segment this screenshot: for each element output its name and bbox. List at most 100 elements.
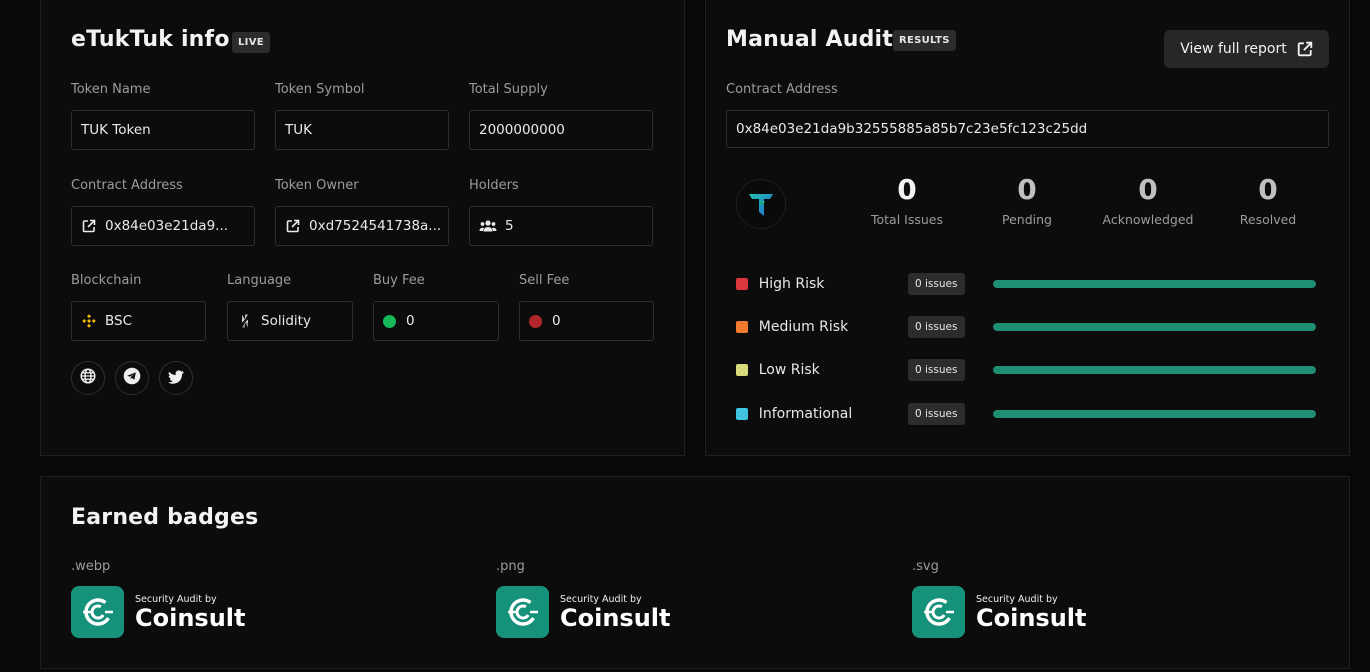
sell-fee-value: 0 — [552, 313, 561, 329]
informational-issues-badge: 0 issues — [907, 403, 965, 425]
medium-risk-progress-bar — [992, 323, 1316, 331]
badge-caption: Security Audit by — [976, 593, 1058, 605]
audit-contract-address-label: Contract Address — [726, 82, 838, 97]
twitter-icon — [168, 369, 184, 388]
informational-swatch — [736, 408, 748, 420]
token-info-panel: eTukTuk info LIVE Token Name TUK Token T… — [40, 0, 685, 456]
total-supply-label: Total Supply — [469, 82, 548, 97]
low-risk-progress-bar — [992, 366, 1316, 374]
informational-label: Informational — [758, 406, 853, 422]
stat-pending: 0 Pending — [967, 173, 1087, 227]
external-link-icon — [1297, 41, 1313, 57]
badge-format-label: .svg — [912, 559, 939, 574]
low-risk-issues-badge: 0 issues — [907, 359, 965, 381]
live-badge: LIVE — [232, 32, 270, 53]
low-risk-swatch — [736, 364, 748, 376]
audit-contract-address-field: 0x84e03e21da9b32555885a85b7c23e5fc123c25… — [726, 110, 1329, 148]
badge-caption: Security Audit by — [135, 593, 217, 605]
earned-badges-panel: Earned badges .webp Security Audit by Co… — [40, 476, 1350, 669]
audit-contract-address-value: 0x84e03e21da9b32555885a85b7c23e5fc123c25… — [736, 121, 1088, 137]
badge-format-label: .png — [496, 559, 525, 574]
coinsult-badge-image[interactable]: Security Audit by Coinsult — [912, 586, 1086, 638]
buy-fee-value: 0 — [406, 313, 415, 329]
low-risk-progress-fill — [992, 366, 1316, 374]
telegram-link[interactable] — [115, 361, 149, 395]
total-issues-count: 0 — [897, 173, 917, 206]
token-symbol-label: Token Symbol — [275, 82, 365, 97]
holders-field: 5 — [469, 206, 653, 246]
external-link-icon — [81, 218, 97, 234]
high-risk-progress-bar — [992, 280, 1316, 288]
external-link-icon — [285, 218, 301, 234]
buy-fee-status-dot — [383, 314, 396, 328]
info-title: eTukTuk info — [71, 27, 230, 52]
acknowledged-count: 0 — [1138, 173, 1158, 206]
buy-fee-label: Buy Fee — [373, 273, 425, 288]
token-owner-link[interactable]: 0xd7524541738a... — [275, 206, 449, 246]
badge-svg: .svg Security Audit by Coinsult — [912, 559, 1086, 638]
risk-row-medium: Medium Risk 0 issues — [736, 315, 1316, 339]
token-symbol-value: TUK — [285, 122, 312, 138]
medium-risk-progress-fill — [992, 323, 1316, 331]
language-value: Solidity — [261, 313, 311, 329]
token-name-value: TUK Token — [81, 122, 151, 138]
high-risk-issues-badge: 0 issues — [907, 273, 965, 295]
language-field: Solidity — [227, 301, 353, 341]
sell-fee-field: 0 — [519, 301, 654, 341]
website-link[interactable] — [71, 361, 105, 395]
pending-count: 0 — [1017, 173, 1037, 206]
risk-row-high: High Risk 0 issues — [736, 272, 1316, 296]
view-full-report-label: View full report — [1180, 41, 1287, 57]
coinsult-badge-image[interactable]: Security Audit by Coinsult — [496, 586, 670, 638]
resolved-label: Resolved — [1239, 212, 1297, 227]
token-name-field: TUK Token — [71, 110, 255, 150]
resolved-count: 0 — [1258, 173, 1278, 206]
telegram-icon — [123, 367, 141, 389]
risk-row-low: Low Risk 0 issues — [736, 358, 1316, 382]
results-badge: RESULTS — [893, 30, 956, 51]
medium-risk-label: Medium Risk — [758, 319, 849, 335]
twitter-link[interactable] — [159, 361, 193, 395]
stat-resolved: 0 Resolved — [1208, 173, 1328, 227]
total-supply-value: 2000000000 — [479, 122, 565, 138]
badge-brand: Coinsult — [135, 603, 246, 632]
manual-audit-panel: Manual Audit RESULTS View full report Co… — [705, 0, 1350, 456]
coinsult-logo-icon — [496, 586, 549, 638]
token-name-label: Token Name — [71, 82, 151, 97]
sell-fee-label: Sell Fee — [519, 273, 570, 288]
total-issues-label: Total Issues — [870, 212, 943, 227]
high-risk-swatch — [736, 278, 748, 290]
informational-progress-bar — [992, 410, 1316, 418]
bsc-icon — [81, 313, 97, 329]
medium-risk-issues-badge: 0 issues — [907, 316, 965, 338]
globe-icon — [80, 368, 96, 388]
low-risk-label: Low Risk — [758, 362, 820, 378]
token-owner-label: Token Owner — [275, 178, 359, 193]
project-logo — [736, 179, 786, 229]
buy-fee-field: 0 — [373, 301, 499, 341]
coinsult-badge-image[interactable]: Security Audit by Coinsult — [71, 586, 245, 638]
token-symbol-field: TUK — [275, 110, 449, 150]
badge-brand: Coinsult — [560, 603, 671, 632]
risk-row-informational: Informational 0 issues — [736, 402, 1316, 426]
badge-webp: .webp Security Audit by Coinsult — [71, 559, 245, 638]
total-supply-field: 2000000000 — [469, 110, 653, 150]
badge-format-label: .webp — [71, 559, 111, 574]
pending-label: Pending — [1002, 212, 1052, 227]
badges-title: Earned badges — [71, 505, 259, 530]
coinsult-logo-icon — [912, 586, 965, 638]
blockchain-field: BSC — [71, 301, 206, 341]
high-risk-progress-fill — [992, 280, 1316, 288]
stat-total-issues: 0 Total Issues — [847, 173, 967, 227]
contract-address-value: 0x84e03e21da9... — [105, 218, 229, 234]
medium-risk-swatch — [736, 321, 748, 333]
stat-acknowledged: 0 Acknowledged — [1088, 173, 1208, 227]
holders-label: Holders — [469, 178, 519, 193]
view-full-report-button[interactable]: View full report — [1164, 30, 1329, 68]
users-icon — [479, 218, 497, 234]
blockchain-value: BSC — [105, 313, 133, 329]
audit-title: Manual Audit — [726, 27, 894, 52]
contract-address-link[interactable]: 0x84e03e21da9... — [71, 206, 255, 246]
badge-brand: Coinsult — [976, 603, 1087, 632]
solidity-icon — [237, 313, 253, 329]
